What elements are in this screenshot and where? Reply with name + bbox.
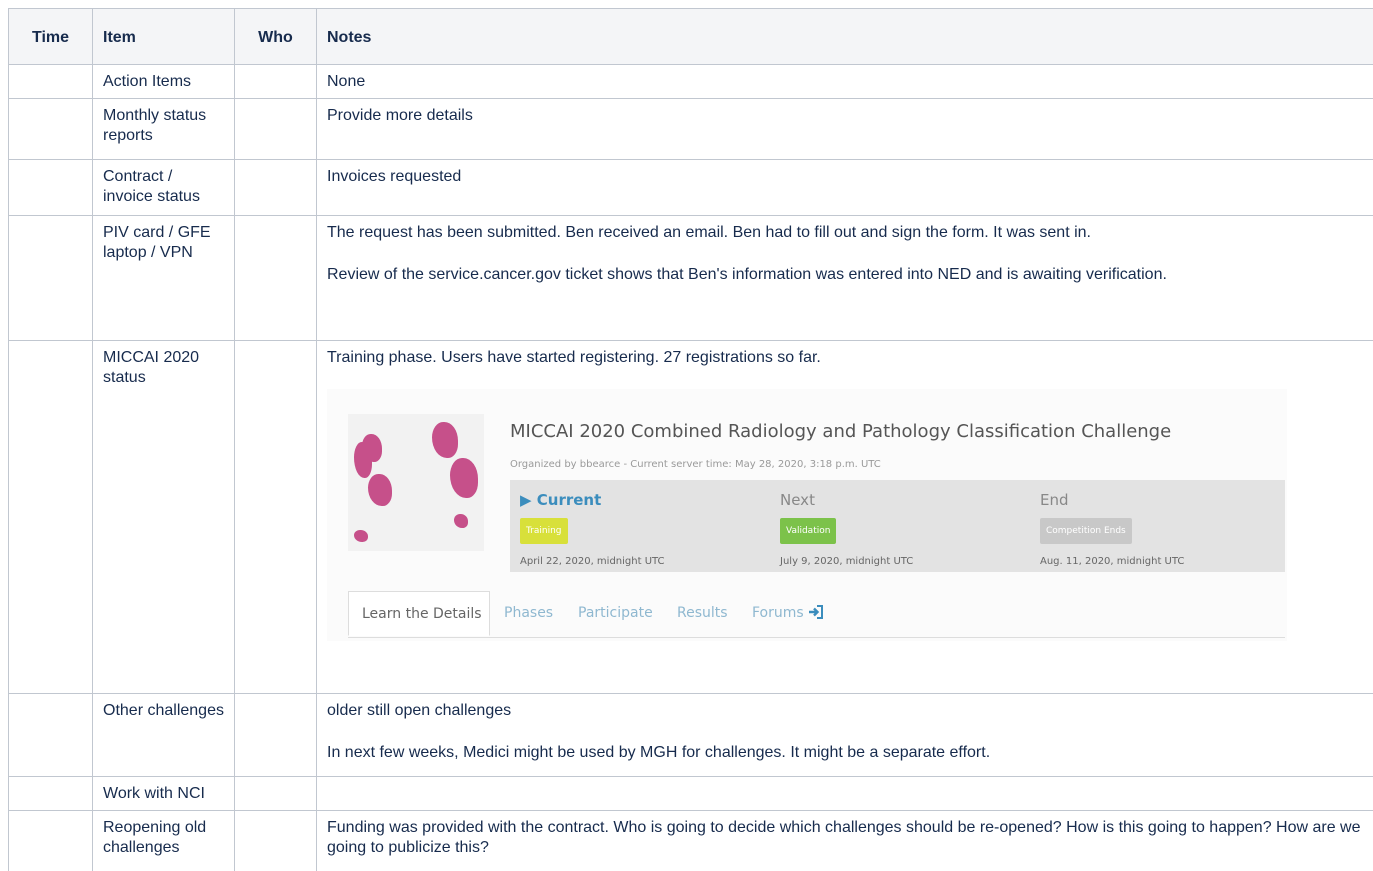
notes-cell: older still open challenges In next few …	[317, 694, 1373, 776]
phase-badge: Validation	[780, 518, 837, 544]
phase-next: Next Validation July 9, 2020, midnight U…	[780, 491, 913, 572]
table-row: Contract / invoice status Invoices reque…	[8, 160, 1373, 216]
phase-badge: Competition Ends	[1040, 518, 1132, 544]
time-cell	[8, 341, 93, 693]
time-cell	[8, 99, 93, 159]
phase-current: ▶ Current Training April 22, 2020, midni…	[520, 491, 665, 572]
time-cell	[8, 811, 93, 871]
table-row: Reopening old challenges Funding was pro…	[8, 811, 1373, 871]
sign-in-icon	[809, 605, 824, 619]
item-cell: Other challenges	[93, 694, 235, 776]
note-text: Review of the service.cancer.gov ticket …	[327, 266, 1167, 283]
time-cell	[8, 694, 93, 776]
tissue-shape	[450, 458, 478, 498]
challenge-organizer: Organized by bbearce - Current server ti…	[510, 459, 881, 470]
header-notes: Notes	[327, 29, 372, 46]
phase-badge: Training	[520, 518, 568, 544]
note-text: older still open challenges	[327, 702, 512, 719]
who-cell	[235, 160, 317, 215]
item-cell: Contract / invoice status	[93, 160, 235, 215]
pathology-thumbnail	[348, 414, 484, 551]
tissue-shape	[432, 422, 458, 458]
table-row: Monthly status reports Provide more deta…	[8, 99, 1373, 160]
phase-name: Next	[780, 491, 815, 509]
who-cell	[235, 216, 317, 340]
note-text: In next few weeks, Medici might be used …	[327, 744, 991, 761]
time-cell	[8, 216, 93, 340]
notes-cell: None	[317, 65, 1373, 98]
note-text: Funding was provided with the contract. …	[327, 819, 1361, 856]
notes-cell: Funding was provided with the contract. …	[317, 811, 1373, 871]
time-cell	[8, 160, 93, 215]
note-text: None	[327, 73, 366, 90]
notes-cell: Provide more details	[317, 99, 1373, 159]
who-cell	[235, 694, 317, 776]
tissue-shape	[368, 474, 392, 506]
notes-cell: The request has been submitted. Ben rece…	[317, 216, 1373, 340]
notes-cell: Training phase. Users have started regis…	[317, 341, 1373, 693]
note-text: Invoices requested	[327, 168, 462, 185]
item-cell: Work with NCI	[93, 777, 235, 810]
notes-cell	[317, 777, 1373, 810]
table-row: PIV card / GFE laptop / VPN The request …	[8, 216, 1373, 341]
phase-date: April 22, 2020, midnight UTC	[520, 556, 665, 567]
who-cell	[235, 811, 317, 871]
meeting-table: Time Item Who Notes Action Items None Mo…	[8, 8, 1373, 871]
tab-forums-label: Forums	[752, 605, 804, 621]
who-cell	[235, 341, 317, 693]
who-cell	[235, 777, 317, 810]
table-row: Action Items None	[8, 65, 1373, 99]
tab-results[interactable]: Results	[677, 591, 728, 636]
phase-name: End	[1040, 491, 1069, 509]
header-item: Item	[93, 9, 235, 64]
item-cell: Reopening old challenges	[93, 811, 235, 871]
challenge-title: MICCAI 2020 Combined Radiology and Patho…	[510, 421, 1172, 442]
phase-date: Aug. 11, 2020, midnight UTC	[1040, 556, 1185, 567]
who-cell	[235, 99, 317, 159]
tab-forums[interactable]: Forums	[752, 591, 824, 636]
time-cell	[8, 777, 93, 810]
phase-date: July 9, 2020, midnight UTC	[780, 556, 914, 567]
note-text: Provide more details	[327, 107, 473, 124]
table-row: Work with NCI	[8, 777, 1373, 811]
item-cell: MICCAI 2020 status	[93, 341, 235, 693]
challenge-screenshot: MICCAI 2020 Combined Radiology and Patho…	[327, 389, 1287, 641]
tissue-shape	[362, 434, 382, 462]
table-row: Other challenges older still open challe…	[8, 694, 1373, 777]
time-cell	[8, 65, 93, 98]
phase-bar: ▶ Current Training April 22, 2020, midni…	[510, 480, 1285, 572]
tab-learn-the-details[interactable]: Learn the Details	[348, 591, 490, 636]
notes-cell: Invoices requested	[317, 160, 1373, 215]
header-who: Who	[235, 9, 317, 64]
header-time: Time	[8, 9, 93, 64]
table-header-row: Time Item Who Notes	[8, 8, 1373, 65]
item-cell: PIV card / GFE laptop / VPN	[93, 216, 235, 340]
phase-name: ▶ Current	[520, 491, 602, 509]
note-text: The request has been submitted. Ben rece…	[327, 224, 1091, 241]
item-cell: Monthly status reports	[93, 99, 235, 159]
phase-end: End Competition Ends Aug. 11, 2020, midn…	[1040, 491, 1184, 572]
item-cell: Action Items	[93, 65, 235, 98]
tab-participate[interactable]: Participate	[578, 591, 653, 636]
tissue-shape	[354, 530, 368, 542]
challenge-tabs: Learn the Details Phases Participate Res…	[348, 591, 1285, 638]
table-row: MICCAI 2020 status Training phase. Users…	[8, 341, 1373, 694]
tissue-shape	[454, 514, 468, 528]
who-cell	[235, 65, 317, 98]
note-text: Training phase. Users have started regis…	[327, 349, 821, 366]
tab-phases[interactable]: Phases	[504, 591, 553, 636]
